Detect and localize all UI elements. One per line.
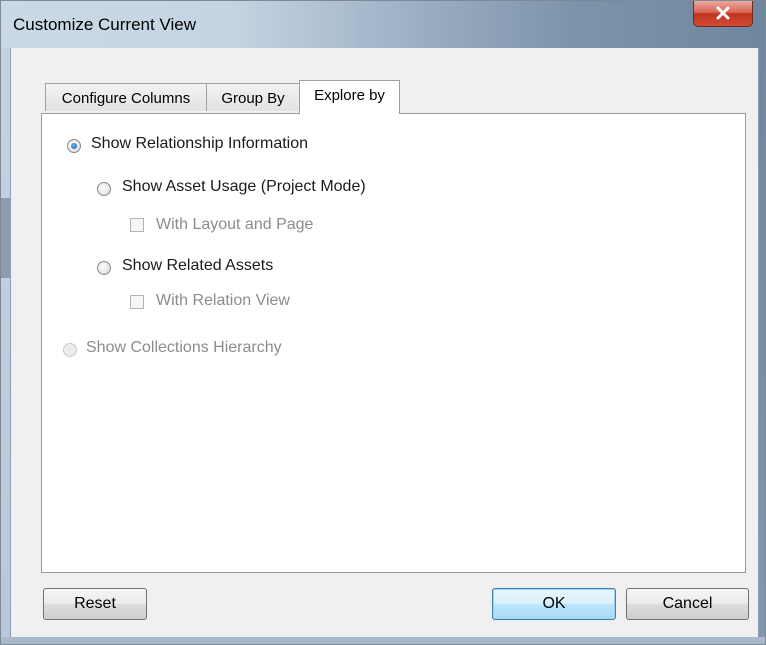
explore-by-panel: Show Relationship Information Show Asset… bbox=[41, 113, 746, 573]
ok-button[interactable]: OK bbox=[492, 588, 616, 620]
option-label: Show Collections Hierarchy bbox=[86, 339, 282, 356]
option-label: Show Asset Usage (Project Mode) bbox=[122, 178, 366, 195]
close-icon bbox=[716, 6, 730, 20]
title-bar[interactable]: Customize Current View bbox=[1, 1, 765, 48]
reset-button[interactable]: Reset bbox=[43, 588, 147, 620]
tab-label: Group By bbox=[221, 90, 285, 107]
radio-button-icon[interactable] bbox=[63, 343, 77, 357]
dialog-window: Customize Current View Configure Columns… bbox=[0, 0, 766, 645]
option-label: With Layout and Page bbox=[156, 216, 314, 233]
dialog-title: Customize Current View bbox=[13, 15, 196, 34]
option-label: Show Relationship Information bbox=[91, 135, 309, 152]
option-label: With Relation View bbox=[156, 292, 290, 309]
window-frame-right bbox=[758, 48, 765, 644]
radio-button-icon[interactable] bbox=[97, 182, 111, 196]
window-frame-left bbox=[1, 48, 11, 644]
option-label: Show Related Assets bbox=[122, 257, 274, 274]
close-button[interactable] bbox=[693, 1, 753, 27]
radio-button-icon[interactable] bbox=[97, 261, 111, 275]
tab-label: Configure Columns bbox=[61, 90, 191, 107]
radio-button-icon[interactable] bbox=[67, 139, 81, 153]
tab-configure-columns[interactable]: Configure Columns bbox=[45, 83, 207, 111]
window-frame-bottom bbox=[1, 637, 765, 644]
cancel-button[interactable]: Cancel bbox=[626, 588, 749, 620]
tab-label: Explore by bbox=[314, 87, 385, 104]
checkbox-icon[interactable] bbox=[130, 295, 144, 309]
checkbox-icon[interactable] bbox=[130, 218, 144, 232]
tab-group-by[interactable]: Group By bbox=[206, 83, 300, 111]
tab-explore-by[interactable]: Explore by bbox=[299, 80, 400, 114]
